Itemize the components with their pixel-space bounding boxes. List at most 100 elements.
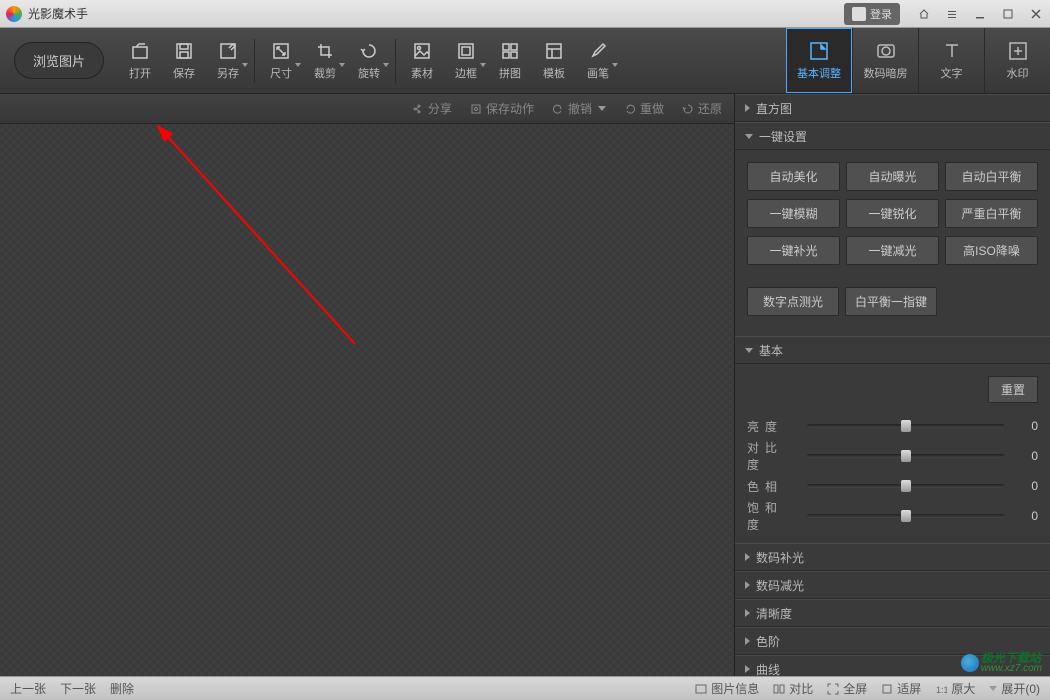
oneclick-button[interactable]: 自动白平衡: [945, 162, 1038, 191]
open-icon: [130, 41, 150, 61]
image-info-button[interactable]: 图片信息: [695, 680, 759, 697]
maximize-button[interactable]: [994, 4, 1022, 24]
toolbar-saveas-button[interactable]: 另存: [206, 41, 250, 81]
section-basic[interactable]: 基本: [735, 336, 1050, 364]
oneclick-button[interactable]: 严重白平衡: [945, 199, 1038, 228]
chevron-down-icon: [612, 63, 618, 67]
oneclick-button[interactable]: 高ISO降噪: [945, 236, 1038, 265]
toolbar-brush-button[interactable]: 画笔: [576, 41, 620, 81]
undo-button[interactable]: 撤销: [552, 100, 606, 117]
chevron-right-icon: [745, 104, 750, 112]
save-action-button[interactable]: 保存动作: [470, 100, 534, 117]
oneclick-button[interactable]: 自动曝光: [846, 162, 939, 191]
toolbar-collage-button[interactable]: 拼图: [488, 41, 532, 81]
tab-darkroom[interactable]: 数码暗房: [852, 28, 918, 93]
rotate-icon: [359, 41, 379, 61]
toolbar-material-button[interactable]: 素材: [400, 41, 444, 81]
chevron-down-icon: [989, 686, 997, 691]
crop-icon: [315, 41, 335, 61]
watermark-logo-icon: [961, 654, 979, 672]
slider-value: 0: [1014, 449, 1038, 463]
right-panel: 直方图 一键设置 自动美化自动曝光自动白平衡 一键模糊一键锐化严重白平衡 一键补…: [734, 94, 1050, 676]
oneclick-button[interactable]: 一键锐化: [846, 199, 939, 228]
next-image-button[interactable]: 下一张: [60, 680, 96, 697]
toolbar-template-button[interactable]: 模板: [532, 41, 576, 81]
slider-label: 对比度: [747, 439, 797, 473]
chevron-right-icon: [745, 609, 750, 617]
oneclick-button[interactable]: 一键减光: [846, 236, 939, 265]
toolbar-rotate-button[interactable]: 旋转: [347, 41, 391, 81]
slider-饱和度: 饱和度0: [747, 501, 1038, 531]
minimize-button[interactable]: [966, 4, 994, 24]
slider-thumb[interactable]: [901, 480, 911, 492]
fit-screen-button[interactable]: 适屏: [881, 680, 921, 697]
close-button[interactable]: [1022, 4, 1050, 24]
tab-text[interactable]: 文字: [918, 28, 984, 93]
canvas[interactable]: [0, 124, 734, 676]
main-toolbar: 浏览图片 打开保存另存尺寸裁剪旋转素材边框拼图模板画笔 基本调整数码暗房文字水印: [0, 28, 1050, 94]
slider-track[interactable]: [807, 514, 1004, 518]
svg-text:1:1: 1:1: [936, 685, 947, 695]
slider-对比度: 对比度 0: [747, 441, 1038, 471]
brush-icon: [588, 41, 608, 61]
section-oneclick[interactable]: 一键设置: [735, 122, 1050, 150]
login-label: 登录: [870, 6, 892, 22]
slider-thumb[interactable]: [901, 420, 911, 432]
toolbar-crop-button[interactable]: 裁剪: [303, 41, 347, 81]
statusbar: 上一张 下一张 删除 图片信息 对比 全屏 适屏 1:1原大 展开(0): [0, 676, 1050, 700]
compare-button[interactable]: 对比: [773, 680, 813, 697]
slider-value: 0: [1014, 479, 1038, 493]
slider-track[interactable]: [807, 424, 1004, 428]
chevron-down-icon: [745, 348, 753, 353]
fullscreen-button[interactable]: 全屏: [827, 680, 867, 697]
browse-images-button[interactable]: 浏览图片: [14, 42, 104, 79]
delete-button[interactable]: 删除: [110, 680, 134, 697]
chevron-down-icon: [383, 63, 389, 67]
chevron-down-icon: [295, 63, 301, 67]
original-size-button[interactable]: 1:1原大: [935, 680, 975, 697]
slider-track[interactable]: [807, 484, 1004, 488]
expand-button[interactable]: 展开(0): [989, 680, 1040, 697]
size-icon: [271, 41, 291, 61]
tab-watermark[interactable]: 水印: [984, 28, 1050, 93]
oneclick-body: 自动美化自动曝光自动白平衡 一键模糊一键锐化严重白平衡 一键补光一键减光高ISO…: [735, 150, 1050, 336]
oneclick-button[interactable]: 自动美化: [747, 162, 840, 191]
section-histogram[interactable]: 直方图: [735, 94, 1050, 122]
section-collapsed[interactable]: 数码补光: [735, 543, 1050, 571]
restore-button[interactable]: 还原: [682, 100, 722, 117]
toolbar-frame-button[interactable]: 边框: [444, 41, 488, 81]
saveas-icon: [218, 41, 238, 61]
home-button[interactable]: [910, 4, 938, 24]
chevron-down-icon: [339, 63, 345, 67]
toolbar-save-button[interactable]: 保存: [162, 41, 206, 81]
oneclick-button[interactable]: 数字点测光: [747, 287, 839, 316]
slider-value: 0: [1014, 509, 1038, 523]
text-icon: [941, 41, 963, 61]
redo-button[interactable]: 重做: [624, 100, 664, 117]
section-collapsed[interactable]: 数码减光: [735, 571, 1050, 599]
tab-adjust[interactable]: 基本调整: [786, 28, 852, 93]
oneclick-button[interactable]: 一键模糊: [747, 199, 840, 228]
section-collapsed[interactable]: 清晰度: [735, 599, 1050, 627]
app-icon: [6, 6, 22, 22]
chevron-down-icon: [598, 106, 606, 111]
oneclick-button[interactable]: 白平衡一指键: [845, 287, 937, 316]
slider-track[interactable]: [807, 454, 1004, 458]
slider-thumb[interactable]: [901, 450, 911, 462]
settings-button[interactable]: [938, 4, 966, 24]
slider-thumb[interactable]: [901, 510, 911, 522]
collage-icon: [500, 41, 520, 61]
chevron-down-icon: [480, 63, 486, 67]
toolbar-size-button[interactable]: 尺寸: [259, 41, 303, 81]
toolbar-separator: [395, 39, 396, 83]
toolbar-open-button[interactable]: 打开: [118, 41, 162, 81]
watermark-icon: [1007, 41, 1029, 61]
watermark-overlay: 极光下载站 www.xz7.com: [961, 652, 1042, 674]
slider-value: 0: [1014, 419, 1038, 433]
reset-button[interactable]: 重置: [988, 376, 1038, 403]
share-button[interactable]: 分享: [412, 100, 452, 117]
toolbar-separator: [254, 39, 255, 83]
prev-image-button[interactable]: 上一张: [10, 680, 46, 697]
login-button[interactable]: 登录: [844, 3, 900, 25]
oneclick-button[interactable]: 一键补光: [747, 236, 840, 265]
